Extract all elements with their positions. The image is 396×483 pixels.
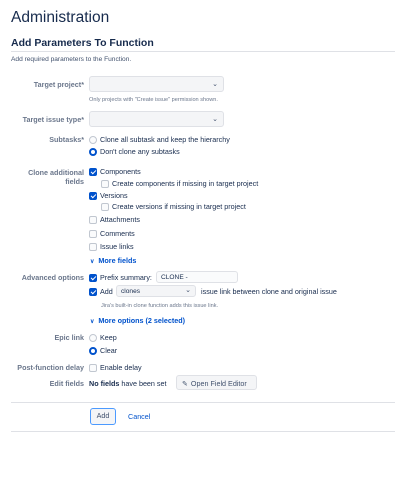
epic-link-keep-label: Keep bbox=[100, 333, 117, 342]
epic-link-clear-radio[interactable] bbox=[89, 347, 97, 355]
target-project-label: Target project* bbox=[33, 80, 84, 89]
components-checkbox[interactable] bbox=[89, 168, 97, 176]
more-options-text: More options (2 selected) bbox=[98, 316, 186, 325]
target-project-select[interactable]: ⌄ bbox=[89, 76, 224, 92]
advanced-options-label: Advanced options bbox=[21, 273, 84, 282]
subtasks-label: Subtasks* bbox=[49, 135, 84, 144]
more-fields-text: More fields bbox=[98, 256, 137, 265]
subtasks-clone-all-radio[interactable] bbox=[89, 136, 97, 144]
pencil-icon: ✎ bbox=[182, 381, 188, 388]
subtasks-clone-all-label: Clone all subtask and keep the hierarchy bbox=[100, 135, 230, 144]
create-components-label: Create components if missing in target p… bbox=[112, 179, 259, 188]
subtasks-dont-clone-label: Don't clone any subtasks bbox=[100, 147, 180, 156]
open-field-editor-label: Open Field Editor bbox=[190, 379, 247, 388]
components-label: Components bbox=[100, 167, 141, 176]
create-versions-label: Create versions if missing in target pro… bbox=[112, 202, 246, 211]
link-type-value: clones bbox=[121, 288, 141, 295]
clone-fields-label: Clone additional fields bbox=[12, 168, 84, 186]
edit-fields-status-bold: No fields bbox=[89, 379, 120, 388]
issue-links-label: Issue links bbox=[100, 242, 134, 251]
more-fields-link[interactable]: ∨ More fields bbox=[90, 256, 136, 265]
footer-divider bbox=[11, 402, 395, 403]
epic-link-label: Epic link bbox=[54, 333, 84, 342]
add-link-checkbox[interactable] bbox=[89, 288, 97, 296]
chevron-down-icon: ⌄ bbox=[212, 116, 218, 123]
target-project-hint: Only projects with "Create issue" permis… bbox=[89, 97, 218, 103]
link-type-select[interactable]: clones ⌄ bbox=[116, 285, 196, 297]
add-link-label: Add bbox=[100, 287, 113, 296]
comments-checkbox[interactable] bbox=[89, 230, 97, 238]
epic-link-clear-label: Clear bbox=[100, 346, 118, 355]
clone-fields-label-line2: fields bbox=[65, 177, 84, 186]
add-button[interactable]: Add bbox=[90, 408, 116, 425]
target-issue-type-label: Target issue type* bbox=[22, 115, 84, 124]
issue-links-checkbox[interactable] bbox=[89, 243, 97, 251]
enable-delay-checkbox[interactable] bbox=[89, 364, 97, 372]
create-versions-checkbox[interactable] bbox=[101, 203, 109, 211]
cancel-link[interactable]: Cancel bbox=[128, 412, 150, 421]
link-type-hint: Jira's built-in clone function adds this… bbox=[101, 303, 219, 309]
attachments-checkbox[interactable] bbox=[89, 216, 97, 224]
epic-link-keep-radio[interactable] bbox=[89, 334, 97, 342]
page-title: Administration bbox=[11, 9, 110, 26]
chevron-down-icon: ⌄ bbox=[185, 287, 191, 294]
section-divider bbox=[11, 51, 395, 52]
prefix-summary-label: Prefix summary: bbox=[100, 273, 152, 282]
create-components-checkbox[interactable] bbox=[101, 180, 109, 188]
edit-fields-status-rest: have been set bbox=[121, 379, 167, 388]
chevron-down-icon: ∨ bbox=[90, 319, 95, 325]
more-options-link[interactable]: ∨ More options (2 selected) bbox=[90, 316, 185, 325]
target-issue-type-select[interactable]: ⌄ bbox=[89, 111, 224, 127]
chevron-down-icon: ∨ bbox=[90, 259, 95, 265]
edit-fields-status: No fields have been set bbox=[89, 379, 167, 388]
section-title: Add Parameters To Function bbox=[11, 37, 154, 49]
versions-label: Versions bbox=[100, 191, 128, 200]
clone-fields-label-line1: Clone additional bbox=[28, 168, 84, 177]
edit-fields-label: Edit fields bbox=[49, 379, 84, 388]
post-function-delay-label: Post-function delay bbox=[17, 363, 84, 372]
versions-checkbox[interactable] bbox=[89, 192, 97, 200]
prefix-summary-checkbox[interactable] bbox=[89, 274, 97, 282]
subtasks-dont-clone-radio[interactable] bbox=[89, 148, 97, 156]
prefix-summary-input[interactable]: CLONE - bbox=[156, 271, 238, 283]
chevron-down-icon: ⌄ bbox=[212, 81, 218, 88]
comments-label: Comments bbox=[100, 229, 135, 238]
bottom-divider bbox=[11, 431, 395, 432]
section-description: Add required parameters to the Function. bbox=[11, 56, 132, 63]
attachments-label: Attachments bbox=[100, 215, 140, 224]
link-type-suffix: issue link between clone and original is… bbox=[201, 287, 337, 296]
enable-delay-label: Enable delay bbox=[100, 363, 142, 372]
open-field-editor-button[interactable]: ✎ Open Field Editor bbox=[176, 375, 257, 390]
